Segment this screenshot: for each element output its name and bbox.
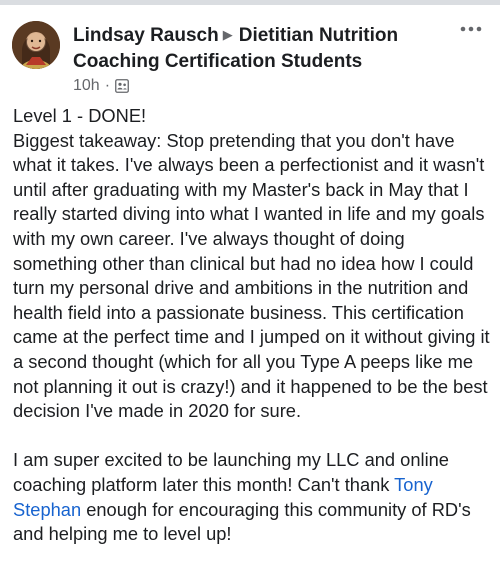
post-card: Lindsay Rausch ▶ Dietitian Nutrition Coach… <box>0 5 500 569</box>
post-body: Level 1 - DONE! Biggest takeaway: Stop p… <box>13 104 493 547</box>
more-options-icon[interactable] <box>456 21 486 37</box>
author-name[interactable]: Lindsay Rausch <box>73 25 219 46</box>
post-body-text: Level 1 - DONE! Biggest takeaway: Stop p… <box>13 105 490 495</box>
meta-separator: · <box>104 77 111 94</box>
avatar-photo-icon <box>12 21 60 69</box>
post-header: Lindsay Rausch ▶ Dietitian Nutrition Coach… <box>73 23 453 95</box>
post-body-text-end: enough for encouraging this community of… <box>13 498 476 545</box>
avatar[interactable] <box>12 21 60 69</box>
arrow-right-icon: ▶ <box>222 27 233 42</box>
post-timestamp[interactable]: 10h <box>73 77 100 95</box>
post-title: Lindsay Rausch ▶ Dietitian Nutrition Coach… <box>73 23 453 74</box>
group-audience-icon <box>115 79 129 93</box>
post-meta: 10h · <box>73 77 453 95</box>
